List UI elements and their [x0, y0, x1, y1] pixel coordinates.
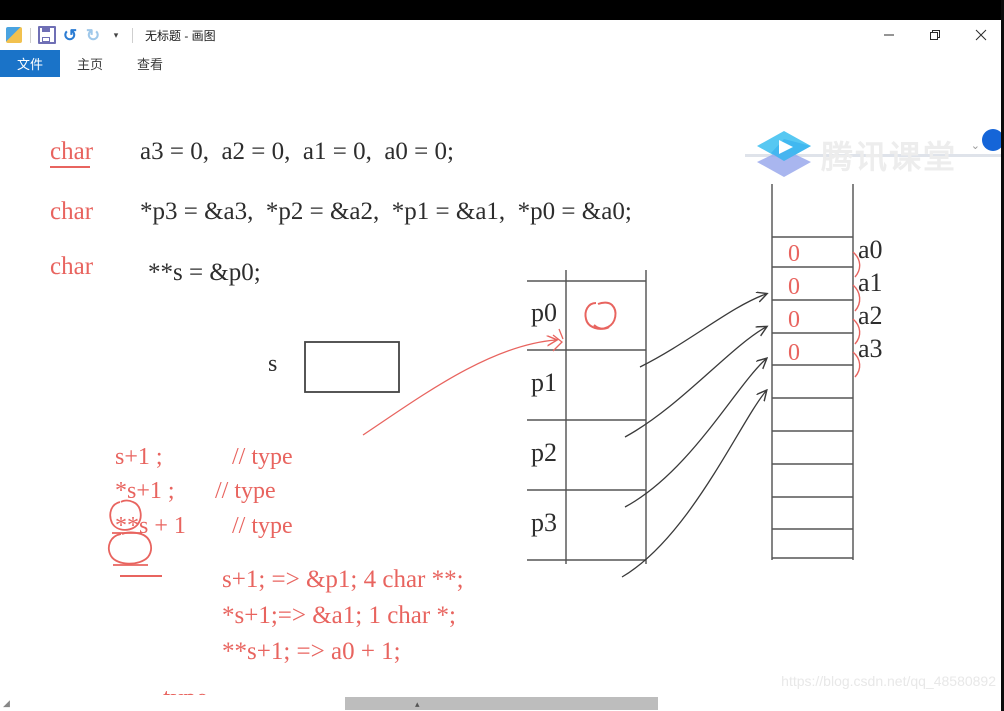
pointer-label-p1: p1: [531, 368, 557, 397]
s-variable-label: s: [268, 351, 278, 377]
ribbon-tab-bar: 文件 主页 查看: [0, 50, 1004, 78]
value-cell-1: 0: [788, 274, 800, 300]
screen-top-bezel: [0, 0, 1004, 20]
expression-2-comment: // type: [215, 478, 276, 504]
code-line-1-keyword: char: [50, 138, 94, 165]
customize-qat-icon[interactable]: ▾: [106, 25, 126, 45]
code-line-3-body: **s = &p0;: [148, 259, 261, 286]
canvas-corner-handle[interactable]: ◢: [3, 698, 10, 709]
value-cell-0: 0: [788, 241, 800, 267]
code-line-2-keyword: char: [50, 198, 94, 225]
qat-divider-2: [132, 27, 133, 43]
qat-divider-1: [30, 27, 31, 43]
quick-access-toolbar[interactable]: ↺ ↻ ▾ 无标题 - 画图: [0, 20, 216, 50]
paint-application-window: ↺ ↻ ▾ 无标题 - 画图 文件 主页 查看 char a3 = 0, a2 …: [0, 20, 1004, 711]
result-line-3: **s+1; => a0 + 1;: [222, 638, 401, 665]
horizontal-scrollbar[interactable]: ▴ ◢: [0, 695, 1004, 711]
result-line-2: *s+1;=> &a1; 1 char *;: [222, 602, 456, 629]
expression-3: **s + 1: [115, 513, 186, 539]
watermark-rule: [745, 154, 1004, 157]
scroll-caret-icon: ▴: [415, 699, 420, 709]
window-controls: [866, 20, 1004, 50]
value-label-a3: a3: [858, 334, 883, 363]
expression-3-comment: // type: [232, 513, 293, 539]
tab-file[interactable]: 文件: [0, 50, 61, 77]
pointer-label-p2: p2: [531, 438, 557, 467]
code-line-2-body: *p3 = &a3, *p2 = &a2, *p1 = &a1, *p0 = &…: [140, 198, 632, 225]
horizontal-scrollbar-thumb[interactable]: [345, 697, 658, 710]
diagram-vectors: [50, 166, 861, 578]
pointer-label-p0: p0: [531, 298, 557, 327]
csdn-watermark: https://blog.csdn.net/qq_48580892: [781, 673, 996, 689]
undo-icon[interactable]: ↺: [60, 25, 80, 45]
maximize-button[interactable]: [912, 20, 958, 50]
close-button[interactable]: [958, 20, 1004, 50]
value-label-a1: a1: [858, 268, 883, 297]
paint-app-icon: [4, 25, 24, 45]
value-cell-3: 0: [788, 340, 800, 366]
tab-home[interactable]: 主页: [60, 50, 120, 77]
drawing-canvas-area[interactable]: char a3 = 0, a2 = 0, a1 = 0, a0 = 0; cha…: [0, 77, 1004, 711]
value-label-a2: a2: [858, 301, 883, 330]
drawing-canvas[interactable]: char a3 = 0, a2 = 0, a1 = 0, a0 = 0; cha…: [0, 77, 1004, 711]
chevron-down-icon[interactable]: ⌄: [971, 139, 980, 152]
save-icon[interactable]: [37, 25, 57, 45]
window-title: 无标题 - 画图: [145, 28, 216, 43]
expression-1: s+1 ;: [115, 444, 163, 470]
code-line-1-body: a3 = 0, a2 = 0, a1 = 0, a0 = 0;: [140, 138, 454, 165]
expression-2: *s+1 ;: [115, 478, 175, 504]
expression-1-comment: // type: [232, 444, 293, 470]
title-bar: ↺ ↻ ▾ 无标题 - 画图: [0, 20, 1004, 50]
redo-icon[interactable]: ↻: [83, 25, 103, 45]
result-line-1: s+1; => &p1; 4 char **;: [222, 566, 464, 593]
tab-view[interactable]: 查看: [120, 50, 180, 77]
code-line-3-keyword: char: [50, 253, 94, 280]
minimize-button[interactable]: [866, 20, 912, 50]
value-cell-2: 0: [788, 307, 800, 333]
value-label-a0: a0: [858, 235, 883, 264]
pointer-label-p3: p3: [531, 508, 557, 537]
